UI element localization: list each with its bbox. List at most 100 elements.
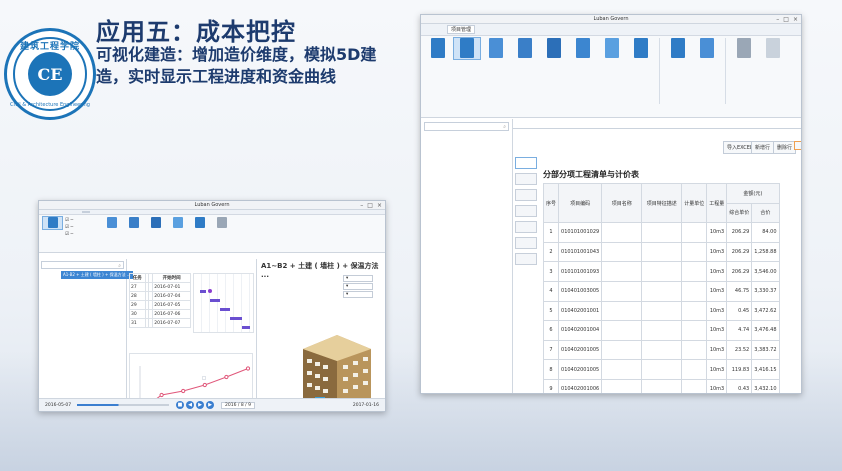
ribbon-button[interactable]: [628, 38, 654, 59]
window-title: Luban Govern: [593, 16, 629, 22]
gantt-row[interactable]: 27 2016-07-01: [129, 282, 191, 292]
gantt-row[interactable]: 28 2016-07-04: [129, 291, 191, 301]
model-3d-view[interactable]: A1~B2 + 土建 ( 墙柱 ) + 保温方法 ... ▾ ▾ ▾: [257, 259, 385, 411]
ribbon-button[interactable]: [102, 217, 121, 229]
ribbon-button[interactable]: [168, 217, 187, 229]
data-point[interactable]: [181, 388, 186, 394]
gantt-bar[interactable]: [220, 308, 230, 311]
side-tab[interactable]: [515, 189, 537, 201]
table-cell: 206.29: [726, 241, 753, 263]
table-cell: 10m3: [706, 261, 728, 282]
next-icon[interactable]: ▶: [206, 401, 215, 409]
search-icon[interactable]: ⌕: [118, 263, 121, 269]
side-tab[interactable]: [515, 237, 537, 249]
table-cell: 10m3: [706, 300, 728, 322]
add-row-button[interactable]: 新增行: [751, 141, 775, 154]
side-tab[interactable]: [515, 205, 537, 217]
table-row[interactable]: 4 010401003005 10m3 46.75 3,330.37: [542, 280, 780, 302]
ribbon-button[interactable]: [760, 38, 786, 59]
ribbon-button[interactable]: [599, 38, 625, 59]
ribbon-button[interactable]: [694, 38, 720, 59]
ribbon-button[interactable]: [42, 216, 63, 230]
close-icon[interactable]: ×: [377, 202, 382, 209]
delete-row-button[interactable]: 删除行: [773, 141, 797, 154]
gantt-row[interactable]: 30 2016-07-06: [129, 309, 191, 319]
gantt-table: 任务 开始时间 27 2016-07-01 28 2016-07-04 29 2016-0…: [129, 273, 191, 328]
table-cell: [601, 261, 643, 282]
table-cell: 010101001043: [558, 241, 603, 263]
logo-en-text: Civil & Architecture Engineering: [10, 102, 90, 108]
view-dropdown[interactable]: ▾: [343, 283, 373, 290]
table-cell: [641, 359, 683, 380]
table-row[interactable]: 7 010402001005 10m3 23.52 3,383.72: [542, 339, 780, 361]
table-row[interactable]: 2 010101001043 10m3 206.29 1,258.88: [542, 241, 780, 263]
gantt-milestone[interactable]: [208, 289, 212, 293]
table-row[interactable]: 6 010402001004 10m3 4.74 3,476.48: [542, 320, 780, 341]
prev-icon[interactable]: ◀: [186, 401, 195, 409]
save-button[interactable]: [794, 141, 801, 150]
ribbon-button[interactable]: [570, 38, 596, 59]
gantt-bar[interactable]: [230, 317, 242, 320]
gantt-bar[interactable]: [200, 290, 206, 293]
ribbon-button[interactable]: [124, 217, 143, 229]
ribbon-button[interactable]: [512, 38, 538, 59]
slide-title: 应用五：成本把控: [96, 18, 296, 46]
table-row[interactable]: 1 010101001029 10m3 206.29 84.00: [542, 222, 780, 243]
ribbon-button[interactable]: [541, 38, 567, 59]
schedule-app-window: Luban Govern – □ × ☑ ─ ☑ ─ ☑ ─ ⌕ A1-B2 + 土建 …: [38, 200, 386, 412]
ribbon: [421, 36, 801, 118]
playback-bar: 2016-05-07 ■ ◀ ▶ ▶ 2016 / 8 / 9 2017-01-…: [39, 398, 385, 411]
gantt-bar[interactable]: [242, 326, 250, 329]
table-row[interactable]: 3 010101001093 10m3 206.29 3,546.00: [542, 261, 780, 282]
table-row[interactable]: 8 010402001005 10m3 119.83 3,416.15: [542, 359, 780, 380]
gantt-bar[interactable]: [210, 299, 220, 302]
ribbon-button[interactable]: [146, 217, 165, 229]
view-dropdown[interactable]: ▾: [343, 291, 373, 298]
close-icon[interactable]: ×: [793, 16, 798, 23]
side-tab[interactable]: [515, 157, 537, 169]
side-tab[interactable]: [515, 253, 537, 265]
ribbon-checklist[interactable]: ☑ ─ ☑ ─ ☑ ─: [65, 217, 99, 238]
menu-item[interactable]: [82, 211, 90, 213]
current-date-field[interactable]: 2016 / 8 / 9: [221, 401, 255, 409]
side-tab[interactable]: [515, 173, 537, 185]
menu-item-project[interactable]: 项目管理: [447, 25, 476, 34]
minimize-icon[interactable]: –: [776, 16, 779, 23]
ribbon-button[interactable]: [731, 38, 757, 59]
maximize-icon[interactable]: □: [367, 202, 373, 209]
ribbon-button-bill[interactable]: [453, 37, 481, 60]
gantt-row[interactable]: 29 2016-07-05: [129, 300, 191, 310]
ribbon-button[interactable]: [425, 38, 451, 59]
ribbon-button[interactable]: [212, 217, 231, 229]
search-icon[interactable]: ⌕: [503, 124, 506, 130]
tree-search-input[interactable]: ⌕: [424, 122, 509, 131]
tree-node-selected[interactable]: A1-B2 + 土建 ( 墙柱 ) + 保温方法 ...: [61, 271, 133, 279]
data-point[interactable]: [224, 374, 229, 380]
ribbon-button[interactable]: [483, 38, 509, 59]
table-cell: 1,258.88: [751, 241, 780, 263]
table-cell: 3,416.15: [751, 359, 780, 380]
data-point[interactable]: [202, 382, 207, 388]
document-tab[interactable]: [513, 119, 801, 129]
data-point[interactable]: [245, 366, 251, 371]
minimize-icon[interactable]: –: [360, 202, 363, 209]
logo-cn-text: 建筑工程学院: [19, 42, 80, 52]
col-header: 序号: [542, 182, 560, 224]
table-row[interactable]: 9 010402001006 10m3 0.43 3,432.10: [542, 378, 780, 393]
gantt-row[interactable]: 31 2016-07-07: [129, 318, 191, 328]
stop-icon[interactable]: ■: [176, 401, 185, 409]
table-cell: 010402001001: [558, 300, 603, 322]
view-dropdown[interactable]: ▾: [343, 275, 373, 282]
gantt-cell: 2016-07-06: [152, 309, 191, 319]
maximize-icon[interactable]: □: [783, 16, 789, 23]
table-row[interactable]: 5 010402001001 10m3 0.45 3,472.62: [542, 300, 780, 322]
table-cell: [681, 300, 708, 322]
ribbon-button[interactable]: [190, 217, 209, 229]
tree-search-input[interactable]: ⌕: [41, 261, 124, 269]
play-icon[interactable]: ▶: [196, 401, 205, 409]
ribbon-button[interactable]: [665, 38, 691, 59]
gantt-header: 任务 开始时间: [129, 273, 191, 283]
timeline-slider[interactable]: [77, 404, 170, 406]
side-tab[interactable]: [515, 221, 537, 233]
data-point[interactable]: [159, 392, 164, 398]
